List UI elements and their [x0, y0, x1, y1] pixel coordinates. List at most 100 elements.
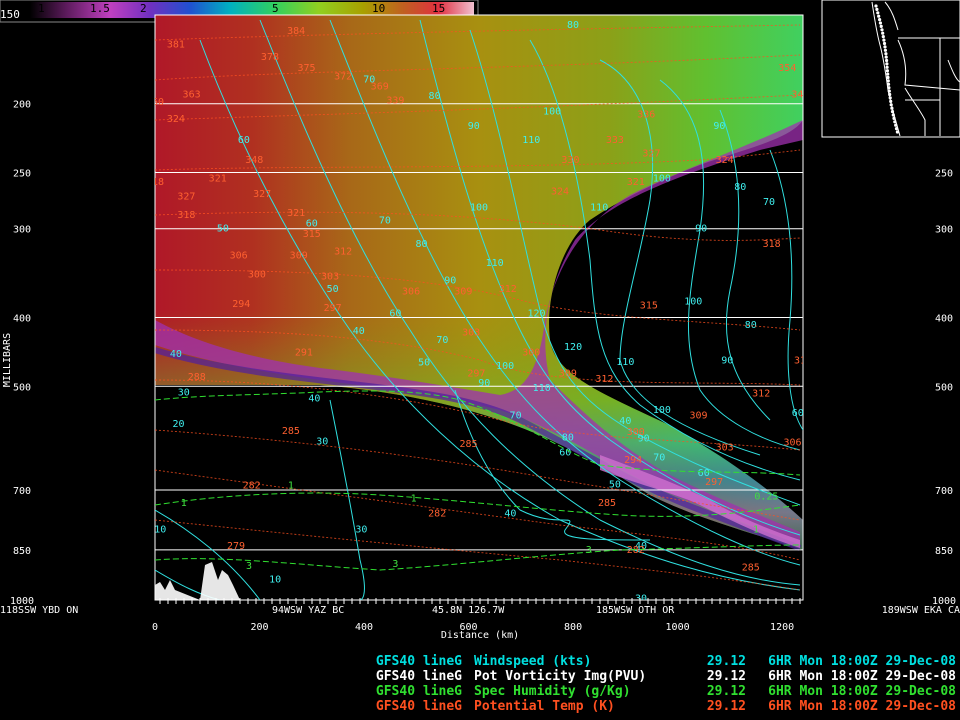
y-axis-right-labels: 2002503004005007008501000: [932, 100, 956, 607]
humidity-label: 3: [586, 545, 592, 556]
legend-model: GFS40 lineG: [375, 654, 462, 669]
y-tick-label-left: 850: [13, 546, 31, 557]
windspeed-label: 80: [562, 432, 574, 443]
theta-label: 303: [321, 271, 339, 282]
section-path-dot: [891, 113, 895, 117]
theta-label: 369: [371, 81, 389, 92]
colorbar-label: 15: [432, 2, 445, 15]
section-path-dot: [885, 58, 889, 63]
section-path-dot: [877, 14, 881, 18]
y-axis-title: MILLIBARS: [2, 333, 13, 387]
theta-label: 288: [188, 372, 206, 383]
legend-row: GFS40 lineG Windspeed (kts) 29.12 6HR Mon 1…: [330, 654, 956, 669]
windspeed-label: 60: [389, 309, 401, 320]
section-path-dot: [881, 35, 885, 39]
windspeed-label: 40: [504, 508, 516, 519]
x-axis-title: Distance (km): [441, 630, 519, 641]
theta-label: 354: [778, 63, 796, 74]
humidity-label: 1: [288, 481, 294, 492]
section-path-dot: [886, 79, 890, 83]
theta-label: 285: [598, 498, 616, 509]
section-path-dot: [876, 11, 880, 15]
x-tick-label: 0: [152, 622, 158, 633]
section-path-dot: [887, 82, 891, 86]
section-path-dot: [882, 38, 886, 42]
theta-label: 312: [334, 247, 352, 258]
legend-model: GFS40 lineG: [375, 684, 462, 699]
theta-label: 282: [243, 481, 261, 492]
legend-value: 29.12: [706, 654, 746, 669]
section-path-dot: [875, 7, 879, 11]
windspeed-label: 10: [269, 574, 281, 585]
windspeed-label: 100: [496, 361, 514, 372]
theta-label: 324: [167, 114, 185, 125]
windspeed-label: 30: [355, 524, 367, 535]
y-tick-label-left: 200: [13, 100, 31, 111]
y-tick-label-right: 700: [935, 486, 953, 497]
theta-label: 309: [454, 287, 472, 298]
y-tick-label-left: 400: [13, 313, 31, 324]
windspeed-label: 110: [533, 383, 551, 394]
theta-label: 303: [462, 327, 480, 338]
legend-row: GFS40 lineG Spec Humidity (g/Kg) 29.12 6HR …: [330, 684, 956, 699]
windspeed-label: 100: [684, 297, 702, 308]
y-tick-label-left: 700: [13, 486, 31, 497]
map-frame: [821, 0, 960, 138]
location-label: 185WSW OTH OR: [596, 605, 675, 616]
windspeed-label: 70: [379, 215, 391, 226]
section-path-dot: [888, 96, 892, 100]
windspeed-label: 120: [564, 342, 582, 353]
legend-value: 29.12: [706, 669, 746, 684]
location-label: 189WSW EKA CA: [882, 605, 960, 616]
theta-label: 309: [290, 250, 308, 261]
windspeed-label: 90: [478, 378, 490, 389]
top-pressure-label: 150: [0, 8, 20, 21]
theta-label: 294: [624, 455, 642, 466]
windspeed-label: 50: [327, 284, 339, 295]
theta-label: 318: [146, 177, 164, 188]
theta-label: 285: [282, 426, 300, 437]
x-tick-label: 1200: [770, 622, 794, 633]
windspeed-label: 110: [616, 357, 634, 368]
legend-field: Spec Humidity (g/Kg): [474, 684, 631, 699]
windspeed-label: 80: [734, 182, 746, 193]
y-tick-label-left: 500: [13, 382, 31, 393]
legend-time: 6HR Mon 18:00Z 29-Dec-08: [768, 684, 956, 699]
section-path-dot: [892, 116, 896, 120]
windspeed-label: 110: [522, 135, 540, 146]
windspeed-label: 90: [468, 121, 480, 132]
theta-label: 300: [248, 270, 266, 281]
legend-value: 29.12: [706, 684, 746, 699]
windspeed-label: 100: [653, 405, 671, 416]
windspeed-label: 120: [527, 309, 545, 320]
section-path-dot: [881, 31, 885, 35]
y-tick-label-left: 300: [13, 225, 31, 236]
colorbar-label: 10: [372, 2, 385, 15]
theta-label: 303: [716, 443, 734, 454]
theta-label: 372: [334, 71, 352, 82]
section-path-dot: [874, 4, 878, 8]
windspeed-label: 90: [444, 276, 456, 287]
theta-label: 315: [640, 301, 658, 312]
colorbar-label: 1.5: [90, 2, 110, 15]
theta-label: 300: [522, 347, 540, 358]
section-path-dot: [885, 62, 889, 66]
windspeed-label: 30: [635, 593, 647, 604]
section-path-dot: [890, 110, 895, 114]
section-path-dot: [894, 123, 898, 127]
theta-label: 330: [561, 155, 579, 166]
section-path-dot: [893, 120, 897, 124]
theta-label: 321: [287, 208, 305, 219]
y-tick-label-right: 400: [935, 313, 953, 324]
windspeed-label: 60: [559, 448, 571, 459]
windspeed-label: 90: [713, 121, 725, 132]
theta-label: 327: [253, 189, 271, 200]
location-label: 118SSW YBD ON: [0, 605, 78, 616]
windspeed-label: 110: [486, 258, 504, 269]
section-path-dot: [894, 127, 899, 131]
theta-label: 294: [232, 299, 250, 310]
theta-label: 309: [689, 411, 707, 422]
legend-field: Potential Temp (K): [474, 699, 615, 714]
theta-label: 312: [595, 374, 613, 385]
windspeed-label: 70: [653, 453, 665, 464]
